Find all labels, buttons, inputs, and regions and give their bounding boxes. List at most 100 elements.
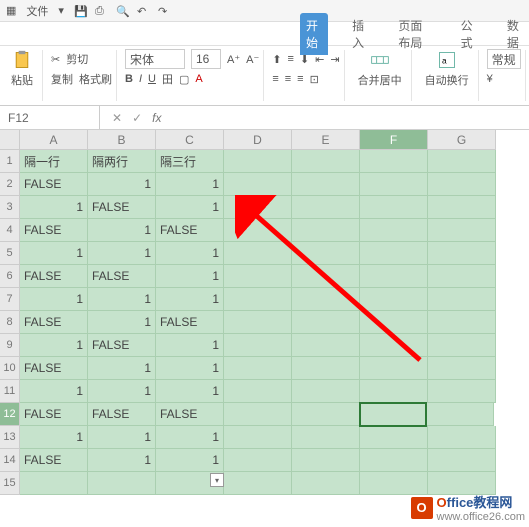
- row-header[interactable]: 4: [0, 219, 20, 242]
- cell[interactable]: [360, 334, 428, 357]
- underline-button[interactable]: U: [148, 73, 156, 85]
- chevron-down-icon[interactable]: ▾: [58, 4, 64, 17]
- cell[interactable]: FALSE: [88, 265, 156, 288]
- cell[interactable]: [292, 196, 360, 219]
- align-center-icon[interactable]: ≡: [285, 73, 291, 85]
- cancel-formula-icon[interactable]: ✕: [112, 111, 122, 125]
- cell[interactable]: [224, 403, 292, 426]
- cell[interactable]: [224, 334, 292, 357]
- cell[interactable]: 1: [156, 357, 224, 380]
- tab-layout[interactable]: 页面布局: [392, 13, 436, 55]
- tab-start[interactable]: 开始: [300, 13, 328, 55]
- cell[interactable]: 1: [88, 242, 156, 265]
- bold-button[interactable]: B: [125, 73, 133, 85]
- cell[interactable]: [428, 242, 496, 265]
- cell[interactable]: 1: [156, 426, 224, 449]
- cell[interactable]: [428, 334, 496, 357]
- indent-left-icon[interactable]: ⇤: [315, 53, 324, 66]
- cell[interactable]: [224, 311, 292, 334]
- row-header[interactable]: 1: [0, 150, 20, 173]
- cell[interactable]: [292, 173, 360, 196]
- cell[interactable]: [20, 472, 88, 495]
- cell[interactable]: FALSE: [20, 173, 88, 196]
- cell[interactable]: FALSE: [156, 311, 224, 334]
- cell[interactable]: [224, 426, 292, 449]
- cell[interactable]: [428, 288, 496, 311]
- cell[interactable]: [292, 265, 360, 288]
- format-painter-button[interactable]: 格式刷: [79, 71, 112, 87]
- cell[interactable]: [224, 380, 292, 403]
- col-header-G[interactable]: G: [428, 130, 496, 150]
- cell[interactable]: 1: [88, 380, 156, 403]
- align-top-icon[interactable]: ⬆: [272, 53, 281, 66]
- cell[interactable]: FALSE: [88, 403, 156, 426]
- cell[interactable]: [292, 426, 360, 449]
- col-header-E[interactable]: E: [292, 130, 360, 150]
- font-size-select[interactable]: 16: [191, 49, 221, 69]
- cell[interactable]: [360, 173, 428, 196]
- wrap-text-button[interactable]: a 自动换行: [420, 50, 474, 88]
- row-header[interactable]: 9: [0, 334, 20, 357]
- cell[interactable]: [360, 449, 428, 472]
- cell[interactable]: [360, 219, 428, 242]
- cell[interactable]: [224, 150, 292, 173]
- cell[interactable]: [292, 472, 360, 495]
- select-all-corner[interactable]: [0, 130, 20, 150]
- cell[interactable]: 1: [156, 196, 224, 219]
- cell[interactable]: FALSE: [88, 334, 156, 357]
- cell[interactable]: [224, 219, 292, 242]
- font-color-button[interactable]: A: [195, 73, 202, 85]
- cell[interactable]: 1: [20, 380, 88, 403]
- align-bottom-icon[interactable]: ⬇: [300, 53, 309, 66]
- cell[interactable]: [360, 357, 428, 380]
- merge-center-button[interactable]: 合并居中: [353, 50, 407, 88]
- align-middle-icon[interactable]: ≡: [288, 53, 294, 65]
- copy-button[interactable]: 复制: [51, 71, 73, 87]
- cell[interactable]: [224, 357, 292, 380]
- col-header-F[interactable]: F: [360, 130, 428, 150]
- cell[interactable]: [224, 288, 292, 311]
- menu-icon[interactable]: ▦: [6, 4, 16, 17]
- cell[interactable]: 1: [156, 265, 224, 288]
- cell[interactable]: FALSE: [20, 311, 88, 334]
- row-header[interactable]: 14: [0, 449, 20, 472]
- save-icon[interactable]: 💾: [74, 5, 86, 17]
- cell[interactable]: [428, 265, 496, 288]
- cell[interactable]: [224, 449, 292, 472]
- row-header[interactable]: 12: [0, 403, 20, 426]
- cell[interactable]: 1: [88, 288, 156, 311]
- cell[interactable]: FALSE: [156, 219, 224, 242]
- row-header[interactable]: 5: [0, 242, 20, 265]
- filter-button[interactable]: ▾: [210, 473, 224, 487]
- cell[interactable]: [426, 403, 494, 426]
- cell[interactable]: [292, 449, 360, 472]
- cell[interactable]: 1: [88, 311, 156, 334]
- cell[interactable]: [292, 311, 360, 334]
- cell[interactable]: [292, 403, 360, 426]
- align-right-icon[interactable]: ≡: [297, 73, 303, 85]
- cell[interactable]: [292, 334, 360, 357]
- cell[interactable]: [360, 242, 428, 265]
- col-header-A[interactable]: A: [20, 130, 88, 150]
- cell[interactable]: [428, 311, 496, 334]
- cell[interactable]: 1: [20, 196, 88, 219]
- cell[interactable]: [360, 426, 428, 449]
- cell[interactable]: [360, 288, 428, 311]
- cell[interactable]: [292, 380, 360, 403]
- cell[interactable]: 1: [156, 380, 224, 403]
- cell[interactable]: [292, 288, 360, 311]
- decrease-font-icon[interactable]: A⁻: [246, 53, 259, 66]
- cell[interactable]: [360, 380, 428, 403]
- cell[interactable]: [428, 426, 496, 449]
- redo-icon[interactable]: ↷: [158, 5, 170, 17]
- row-header[interactable]: 15: [0, 472, 20, 495]
- cell[interactable]: FALSE: [20, 357, 88, 380]
- italic-button[interactable]: I: [139, 73, 142, 85]
- cell[interactable]: 1: [88, 449, 156, 472]
- cell[interactable]: [88, 472, 156, 495]
- cell[interactable]: 隔一行: [20, 150, 88, 173]
- row-header[interactable]: 11: [0, 380, 20, 403]
- cut-button[interactable]: ✂剪切: [51, 50, 112, 68]
- row-header[interactable]: 8: [0, 311, 20, 334]
- cell[interactable]: 1: [20, 288, 88, 311]
